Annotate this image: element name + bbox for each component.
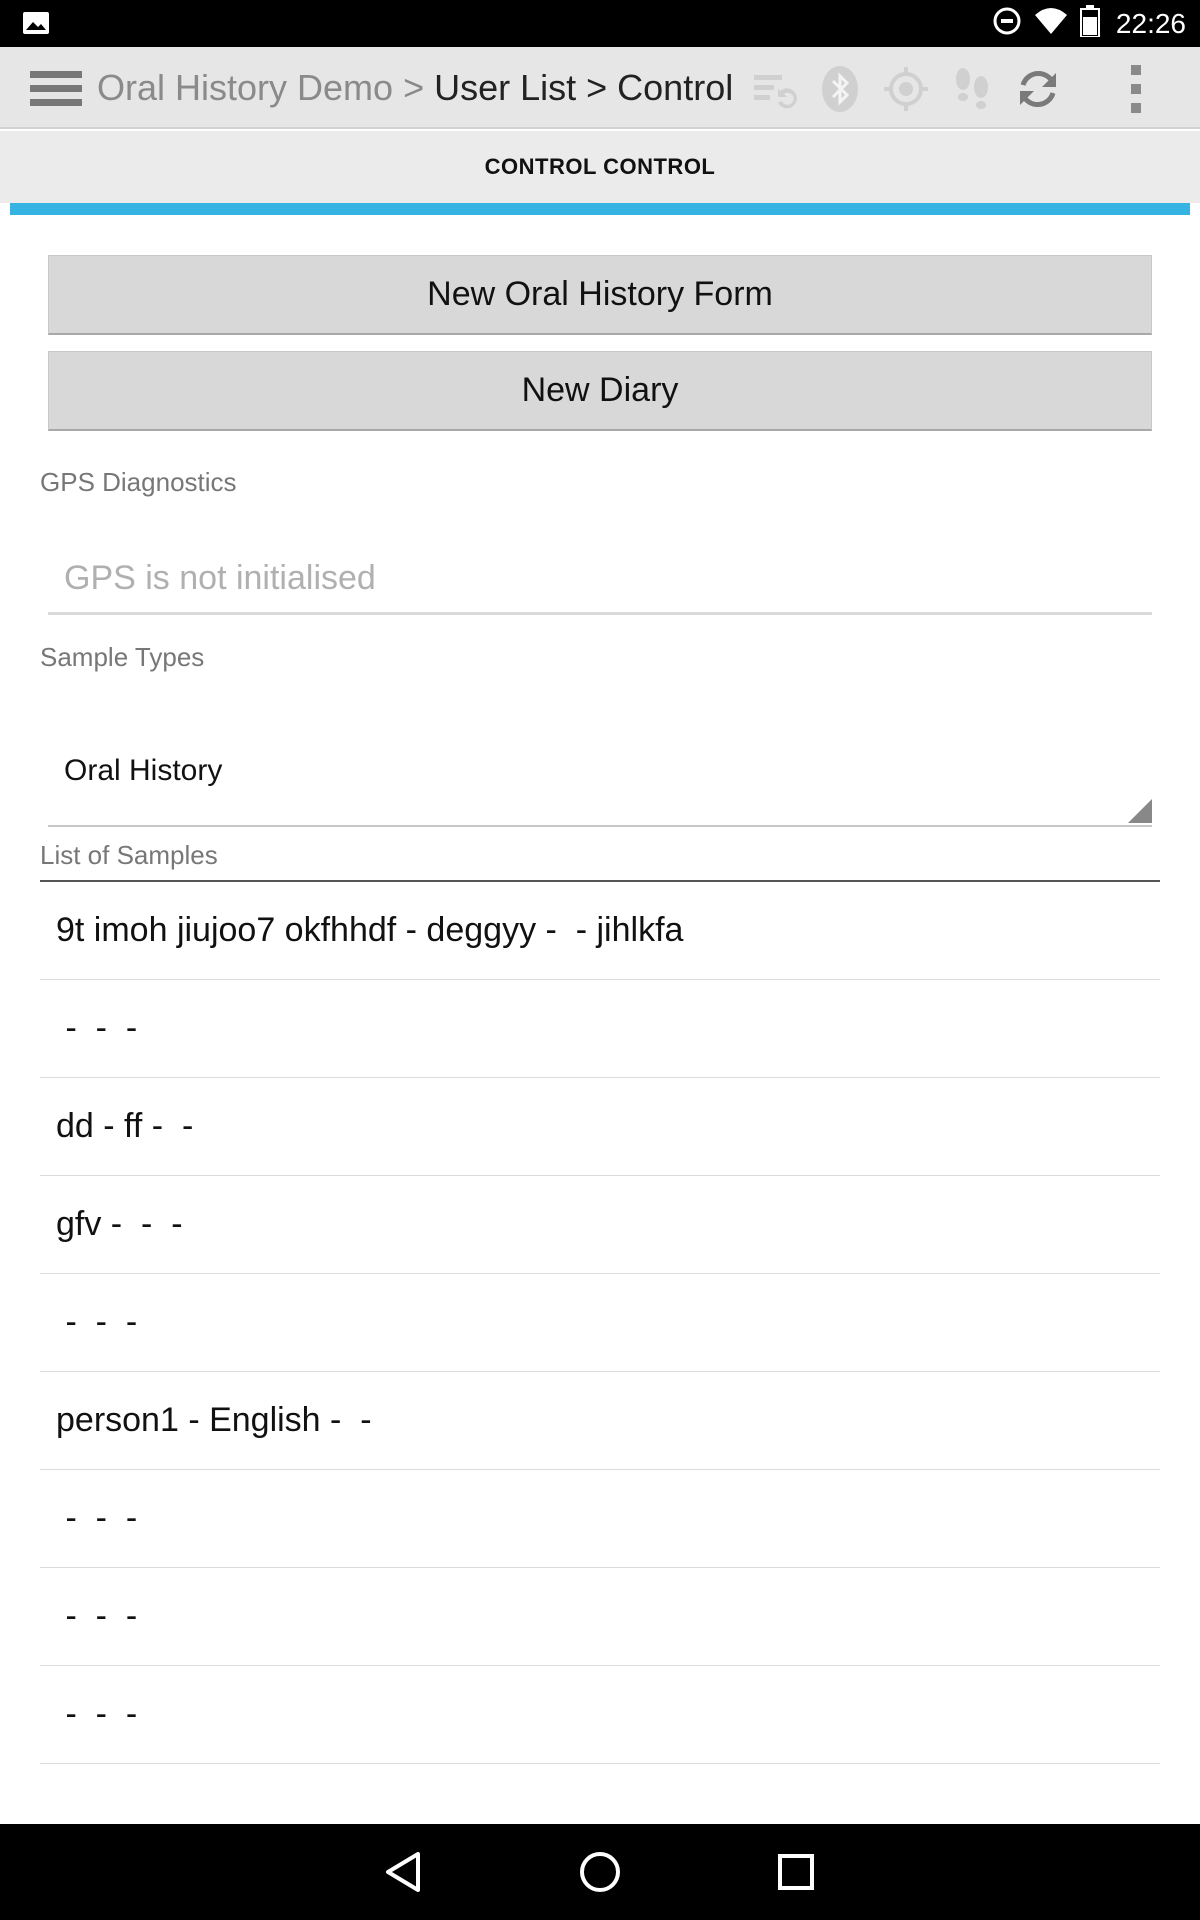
clock: 22:26 [1115, 7, 1186, 39]
sample-list-item[interactable]: - - - [40, 1666, 1160, 1764]
refresh-icon[interactable] [1014, 65, 1062, 113]
breadcrumb-separator: > [586, 67, 608, 108]
sample-list-item[interactable]: - - - [40, 1274, 1160, 1372]
tab-indicator [10, 203, 1190, 215]
gps-diagnostics-label: GPS Diagnostics [40, 467, 237, 497]
control-content: New Oral History Form New Diary GPS Diag… [10, 215, 1190, 1825]
new-diary-button[interactable]: New Diary [48, 351, 1152, 431]
sample-list-item[interactable]: 9t imoh jiujoo7 okfhhdf - deggyy - - jih… [40, 882, 1160, 980]
tab-strip: CONTROL CONTROL [0, 131, 1200, 203]
bluetooth-icon[interactable] [816, 65, 864, 113]
sample-list-item[interactable]: dd - ff - - [40, 1078, 1160, 1176]
wifi-icon [1034, 6, 1068, 41]
action-bar: Oral History Demo > User List > Control [0, 47, 1200, 129]
samples-list: 9t imoh jiujoo7 okfhhdf - deggyy - - jih… [40, 882, 1160, 1764]
gps-diagnostics-field[interactable] [48, 545, 1152, 615]
do-not-disturb-icon [992, 6, 1022, 41]
list-of-samples-label: List of Samples [40, 840, 218, 870]
home-icon[interactable] [576, 1848, 624, 1896]
breadcrumb-user-list[interactable]: User List [434, 67, 576, 109]
gps-status-input[interactable] [48, 545, 1152, 612]
breadcrumb: Oral History Demo > User List > Control [97, 47, 733, 129]
tab-control-control[interactable]: CONTROL CONTROL [0, 131, 1200, 203]
recents-icon[interactable] [772, 1848, 820, 1896]
new-oral-history-form-button[interactable]: New Oral History Form [48, 255, 1152, 335]
sample-types-dropdown[interactable]: Oral History [48, 715, 1152, 827]
gps-target-icon[interactable] [882, 65, 930, 113]
breadcrumb-separator: > [403, 67, 425, 108]
dropdown-arrow-icon [1128, 799, 1152, 823]
sample-list-item[interactable]: person1 - English - - [40, 1372, 1160, 1470]
overflow-menu-icon[interactable] [1112, 65, 1160, 113]
sync-form-icon[interactable] [750, 65, 798, 113]
status-bar: 22:26 [0, 0, 1200, 47]
sample-list-item[interactable]: gfv - - - [40, 1176, 1160, 1274]
sample-list-item[interactable]: - - - [40, 1470, 1160, 1568]
sample-types-selected-value: Oral History [64, 754, 223, 787]
battery-icon [1079, 5, 1100, 42]
image-icon [22, 11, 50, 35]
navigation-bar [0, 1824, 1200, 1920]
breadcrumb-root[interactable]: Oral History Demo [97, 67, 393, 109]
sample-list-item[interactable]: - - - [40, 1568, 1160, 1666]
footsteps-icon[interactable] [948, 65, 996, 113]
status-icons: 22:26 [992, 0, 1186, 47]
sample-list-item[interactable]: - - - [40, 980, 1160, 1078]
back-icon[interactable] [380, 1848, 428, 1896]
breadcrumb-control: Control [617, 67, 734, 108]
sample-types-label: Sample Types [40, 642, 205, 672]
hamburger-menu-icon[interactable] [30, 69, 82, 109]
